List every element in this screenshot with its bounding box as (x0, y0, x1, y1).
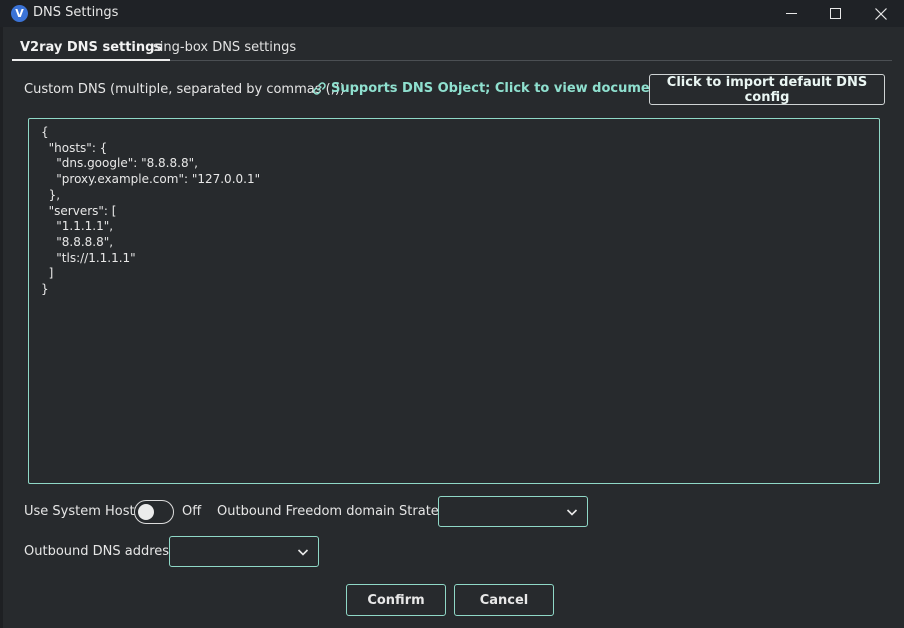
v2rayn-logo-icon: V (11, 5, 28, 22)
cancel-button[interactable]: Cancel (454, 584, 554, 616)
documentation-link-text: Supports DNS Object; Click to view docum… (331, 81, 703, 96)
chevron-down-icon (566, 509, 578, 516)
close-button[interactable] (858, 0, 904, 27)
confirm-button[interactable]: Confirm (346, 584, 446, 616)
documentation-link[interactable]: Supports DNS Object; Click to view docum… (312, 81, 703, 96)
window-edge (0, 27, 3, 628)
window-title: DNS Settings (33, 5, 119, 20)
custom-dns-editor[interactable] (28, 118, 880, 484)
system-hosts-state: Off (182, 504, 202, 519)
maximize-button[interactable] (812, 0, 858, 27)
chevron-down-icon (297, 549, 309, 556)
maximize-icon (829, 8, 841, 19)
freedom-strategy-select[interactable] (438, 496, 588, 527)
minimize-icon (785, 13, 797, 14)
freedom-strategy-label: Outbound Freedom domain Strategy (217, 504, 455, 519)
system-hosts-label: Use System Hosts (24, 504, 142, 519)
close-icon (875, 7, 887, 20)
system-hosts-toggle[interactable] (134, 500, 174, 524)
custom-dns-label: Custom DNS (multiple, separated by comma… (24, 82, 345, 97)
outbound-dns-label: Outbound DNS address (24, 544, 176, 559)
link-icon (313, 82, 326, 95)
toggle-knob (138, 503, 154, 520)
outbound-dns-select[interactable] (169, 536, 319, 567)
settings-tabs: V2ray DNS settings sing-box DNS settings (12, 37, 892, 61)
minimize-button[interactable] (768, 0, 814, 27)
title-bar[interactable]: V DNS Settings (0, 0, 904, 27)
tab-sing-box-dns[interactable]: sing-box DNS settings (145, 37, 304, 61)
import-default-dns-button[interactable]: Click to import default DNS config (649, 74, 885, 105)
